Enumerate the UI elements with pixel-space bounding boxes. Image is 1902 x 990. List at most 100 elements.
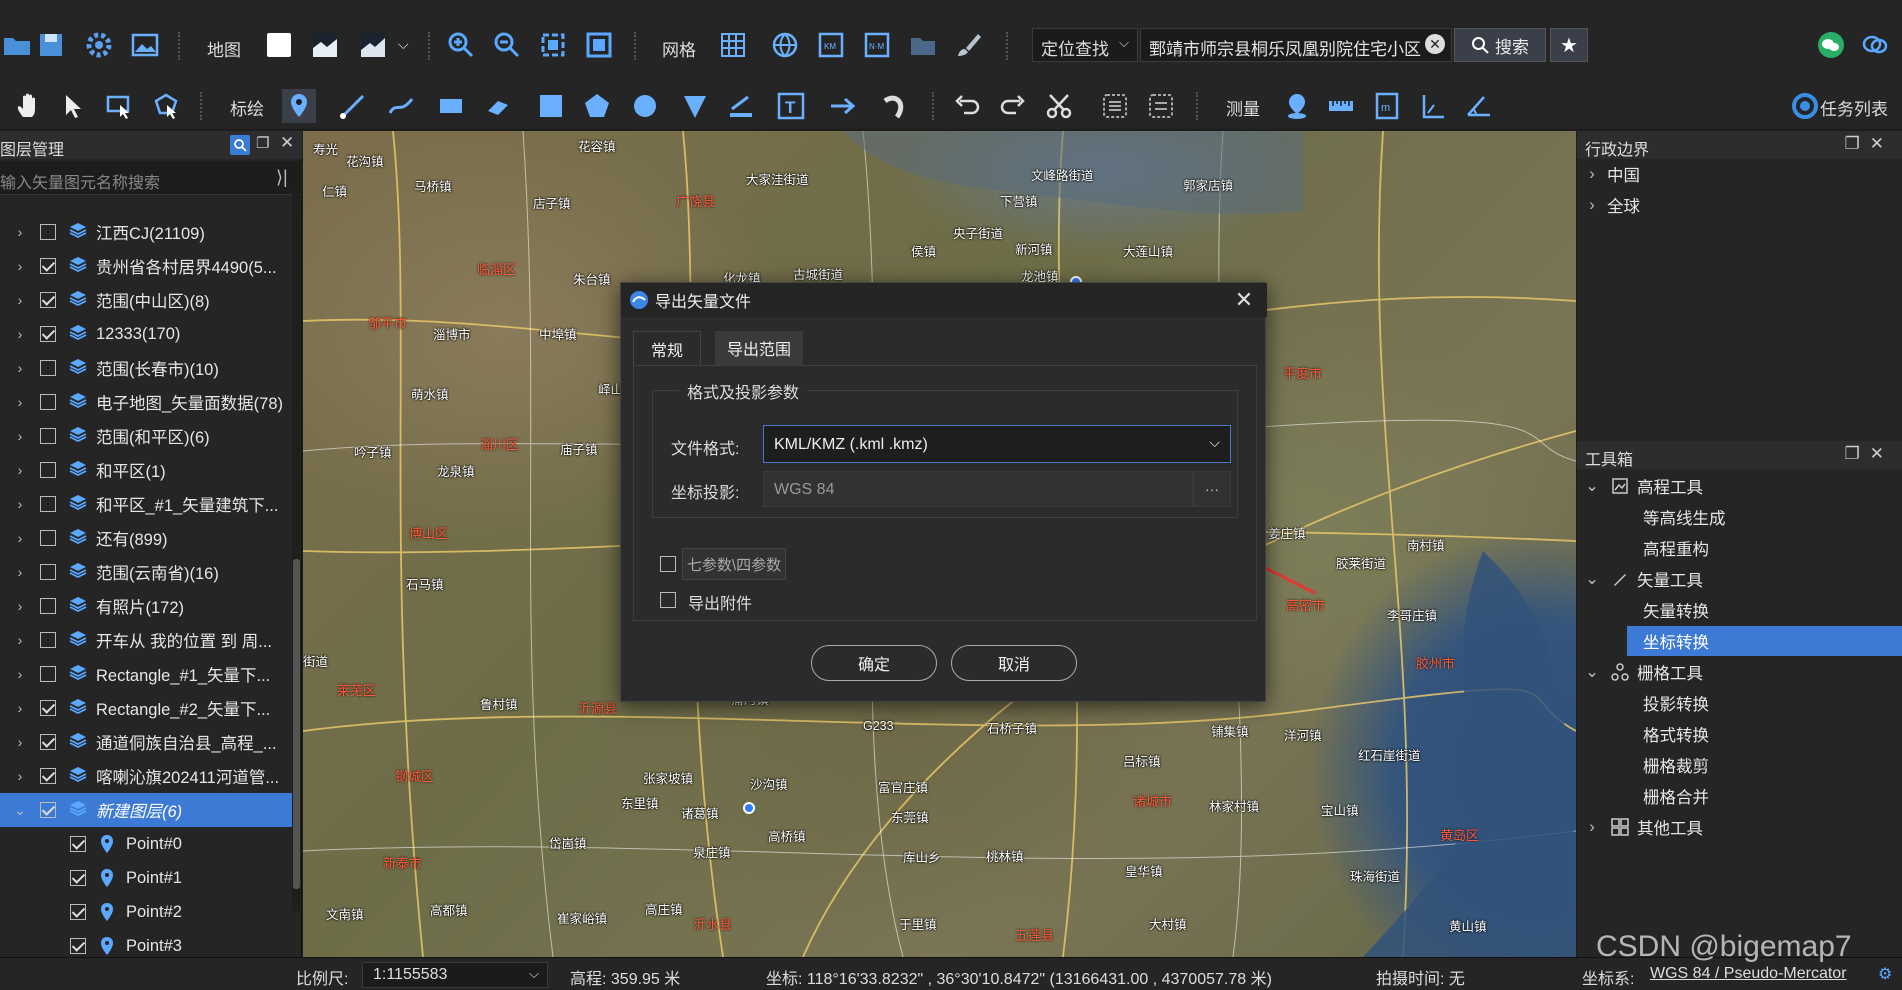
grid-icon[interactable] — [716, 28, 750, 62]
task-list-icon[interactable] — [1788, 89, 1822, 123]
layer-row[interactable]: › 有照片(172) — [0, 589, 292, 623]
chevron-down-icon[interactable]: ⌵ — [398, 36, 409, 53]
grid-label[interactable]: 网格 — [662, 36, 696, 61]
collapse-icon[interactable]: ⟩| — [276, 167, 288, 188]
expand-chevron-icon[interactable]: › — [0, 360, 40, 376]
layer-row[interactable]: › 和平区_#1_矢量建筑下... — [0, 487, 292, 521]
map-pin-icon[interactable] — [282, 89, 316, 123]
arrow-draw-icon[interactable] — [826, 89, 860, 123]
layer-checkbox[interactable] — [40, 700, 56, 716]
circle-draw-icon[interactable] — [628, 89, 662, 123]
toolbox-item[interactable]: 投影转换 — [1627, 688, 1902, 718]
distance-measure-icon[interactable] — [1324, 89, 1358, 123]
toolbox-group[interactable]: ⌄ 栅格工具 — [1577, 657, 1902, 687]
expand-chevron-icon[interactable]: › — [0, 394, 40, 410]
projection-input[interactable]: WGS 84 — [763, 471, 1193, 507]
expand-chevron-icon[interactable]: ⌄ — [0, 802, 40, 819]
layer-checkbox[interactable] — [40, 496, 56, 512]
wechat-icon[interactable] — [1814, 28, 1848, 62]
toolbox-item[interactable]: 高程重构 — [1627, 533, 1902, 563]
layer-row[interactable]: › 贵州省各村居界4490(5... — [0, 249, 292, 283]
layer-row[interactable]: › 电子地图_矢量面数据(78) — [0, 385, 292, 419]
expand-chevron-icon[interactable]: › — [0, 530, 40, 546]
dialog-title-bar[interactable]: 导出矢量文件 — [621, 283, 1267, 317]
zoom-in-icon[interactable] — [444, 28, 478, 62]
expand-chevron-icon[interactable]: › — [0, 666, 40, 682]
layer-checkbox[interactable] — [40, 632, 56, 648]
expand-chevron-icon[interactable]: › — [0, 734, 40, 750]
dialog-close-icon[interactable]: ✕ — [1229, 285, 1259, 315]
layer-row[interactable]: › Rectangle_#2_矢量下... — [0, 691, 292, 725]
ok-button[interactable]: 确定 — [811, 645, 937, 681]
layer-scrollbar-thumb[interactable] — [293, 559, 300, 889]
eraser-icon[interactable] — [482, 89, 516, 123]
point-checkbox[interactable] — [70, 836, 86, 852]
rectangle-draw-icon[interactable] — [434, 89, 468, 123]
expand-chevron-icon[interactable]: › — [0, 564, 40, 580]
layer-row[interactable]: › 12333(170) — [0, 317, 292, 351]
open-folder-icon[interactable] — [0, 28, 34, 62]
tab-general[interactable]: 常规 — [633, 331, 701, 365]
save-icon[interactable] — [34, 28, 68, 62]
scale-select[interactable]: 1:1155583 ⌵ — [362, 962, 548, 988]
height-measure-icon[interactable] — [1416, 89, 1450, 123]
layer-checkbox[interactable] — [40, 530, 56, 546]
layer-checkbox[interactable] — [40, 258, 56, 274]
layer-row[interactable]: › 还有(899) — [0, 521, 292, 555]
zoom-out-icon[interactable] — [490, 28, 524, 62]
night-map-icon[interactable] — [356, 28, 390, 62]
toolbox-group[interactable]: ⌄ 矢量工具 — [1577, 564, 1902, 594]
float-panel-icon[interactable]: ❐ — [256, 134, 269, 152]
layer-row[interactable]: › 通道侗族自治县_高程_... — [0, 725, 292, 759]
layer-row[interactable]: › 江西CJ(21109) — [0, 215, 292, 249]
toolbox-group[interactable]: › 其他工具 — [1577, 812, 1902, 842]
point-checkbox[interactable] — [70, 938, 86, 954]
favorite-star-icon[interactable]: ★ — [1550, 28, 1588, 62]
folder-grid-icon[interactable] — [906, 28, 940, 62]
layer-checkbox[interactable] — [40, 802, 56, 818]
nm-grid-icon[interactable]: N·M — [860, 28, 894, 62]
layer-checkbox[interactable] — [40, 292, 56, 308]
full-extent-icon[interactable] — [536, 28, 570, 62]
area-measure-icon[interactable]: m — [1370, 89, 1404, 123]
expand-chevron-icon[interactable]: › — [0, 632, 40, 648]
expand-chevron-icon[interactable]: › — [0, 258, 40, 274]
layer-checkbox[interactable] — [40, 360, 56, 376]
layer-checkbox[interactable] — [40, 734, 56, 750]
expand-chevron-icon[interactable]: › — [0, 496, 40, 512]
chevron-right-icon[interactable]: › — [1577, 196, 1607, 215]
point-row[interactable]: Point#2 — [0, 895, 292, 929]
fit-view-icon[interactable] — [582, 28, 616, 62]
undo-icon[interactable] — [950, 89, 984, 123]
chevron-icon[interactable]: ⌄ — [1577, 662, 1607, 682]
admin-boundary-item[interactable]: › 中国 — [1577, 159, 1902, 189]
blank-map-icon[interactable] — [262, 28, 296, 62]
toolbox-item[interactable]: 矢量转换 — [1627, 595, 1902, 625]
layer-row[interactable]: › 范围(中山区)(8) — [0, 283, 292, 317]
brush-icon[interactable] — [952, 28, 986, 62]
search-icon[interactable] — [230, 135, 250, 155]
layer-row[interactable]: › 范围(和平区)(6) — [0, 419, 292, 453]
layer-row[interactable]: › 范围(长春市)(10) — [0, 351, 292, 385]
seven-param-button[interactable]: 七参数\四参数 — [682, 548, 786, 580]
sector-draw-icon[interactable] — [678, 89, 712, 123]
layer-checkbox[interactable] — [40, 394, 56, 410]
settings-gear-icon[interactable]: ⚙ — [1878, 964, 1892, 984]
polygon-select-icon[interactable] — [150, 89, 184, 123]
expand-chevron-icon[interactable]: › — [0, 700, 40, 716]
export-attach-checkbox[interactable] — [660, 592, 676, 608]
km-grid-icon[interactable]: KM — [814, 28, 848, 62]
layer-row[interactable]: › 喀喇沁旗202411河道管... — [0, 759, 292, 793]
layer-row[interactable]: › 范围(云南省)(16) — [0, 555, 292, 589]
map-point-marker[interactable] — [743, 802, 755, 814]
chevron-right-icon[interactable]: › — [1577, 165, 1607, 184]
map-label[interactable]: 地图 — [207, 36, 241, 61]
chevron-icon[interactable]: ⌄ — [1577, 476, 1607, 496]
layer-checkbox[interactable] — [40, 462, 56, 478]
tab-export-range[interactable]: 导出范围 — [715, 331, 803, 365]
toolbox-item[interactable]: 等高线生成 — [1627, 502, 1902, 532]
scissors-icon[interactable] — [1042, 89, 1076, 123]
expand-chevron-icon[interactable]: › — [0, 598, 40, 614]
ruler-draw-icon[interactable] — [724, 89, 758, 123]
point-checkbox[interactable] — [70, 904, 86, 920]
